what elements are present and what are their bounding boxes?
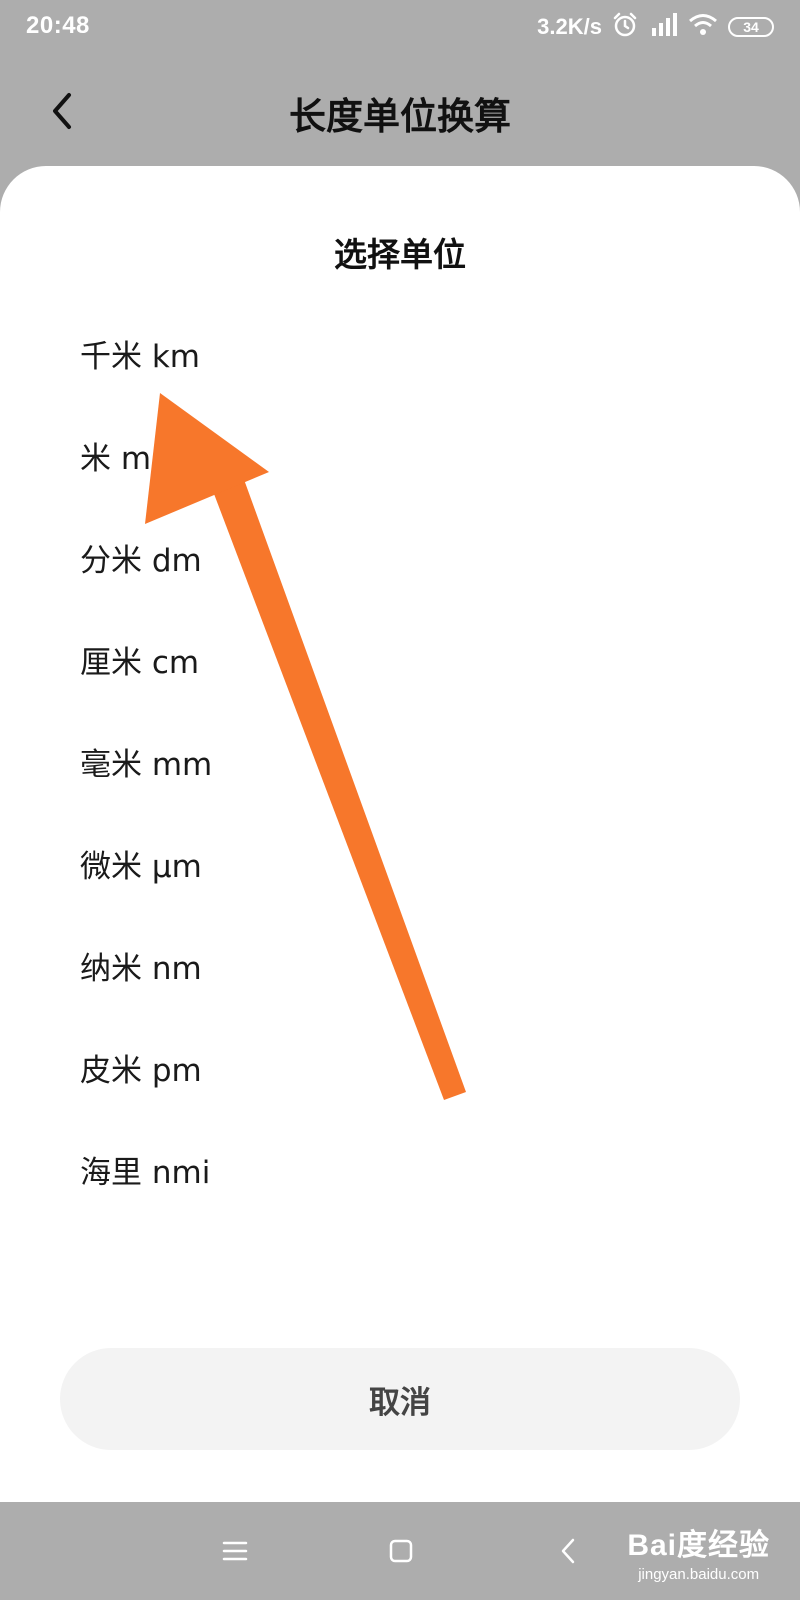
watermark-logo: Bai度经验 [627, 1529, 770, 1562]
unit-item-nm[interactable]: 纳米 nm [0, 914, 800, 1016]
back-icon [561, 1538, 575, 1564]
wifi-icon [688, 13, 718, 42]
cancel-button[interactable]: 取消 [60, 1348, 740, 1450]
home-square-icon [389, 1539, 413, 1563]
battery-indicator: 34 [728, 17, 774, 37]
unit-item-mm[interactable]: 毫米 mm [0, 710, 800, 812]
watermark: Bai度经验 jingyan.baidu.com [627, 1520, 770, 1583]
status-icons: 3.2K/s 34 [537, 10, 774, 44]
network-speed: 3.2K/s [537, 14, 602, 39]
unit-item-cm[interactable]: 厘米 cm [0, 608, 800, 710]
sheet-title: 选择单位 [334, 235, 466, 274]
signal-icon [648, 12, 678, 43]
navigation-bar: Bai度经验 jingyan.baidu.com [0, 1502, 800, 1600]
screen: 20:48 3.2K/s 34 长度单位换算 选择单位 千米 km 米 m 分米… [0, 0, 800, 1600]
alarm-icon [612, 12, 638, 43]
status-bar: 20:48 3.2K/s 34 [0, 0, 800, 56]
menu-button[interactable] [212, 1528, 258, 1574]
unit-item-mi[interactable]: 英里 mi [0, 1220, 800, 1254]
page-title: 长度单位换算 [289, 95, 511, 138]
unit-picker-sheet: 选择单位 千米 km 米 m 分米 dm 厘米 cm 毫米 mm 微米 μm 纳… [0, 166, 800, 1502]
app-header: 长度单位换算 [0, 56, 800, 166]
unit-item-nmi[interactable]: 海里 nmi [0, 1118, 800, 1220]
nav-back-button[interactable] [545, 1528, 591, 1574]
unit-item-m[interactable]: 米 m [0, 404, 800, 506]
unit-item-um[interactable]: 微米 μm [0, 812, 800, 914]
menu-icon [222, 1541, 248, 1561]
home-button[interactable] [378, 1528, 424, 1574]
unit-item-pm[interactable]: 皮米 pm [0, 1016, 800, 1118]
unit-list: 千米 km 米 m 分米 dm 厘米 cm 毫米 mm 微米 μm 纳米 nm … [0, 302, 800, 1254]
unit-item-km[interactable]: 千米 km [0, 302, 800, 404]
watermark-url: jingyan.baidu.com [638, 1566, 760, 1583]
status-time: 20:48 [26, 12, 90, 39]
unit-item-dm[interactable]: 分米 dm [0, 506, 800, 608]
